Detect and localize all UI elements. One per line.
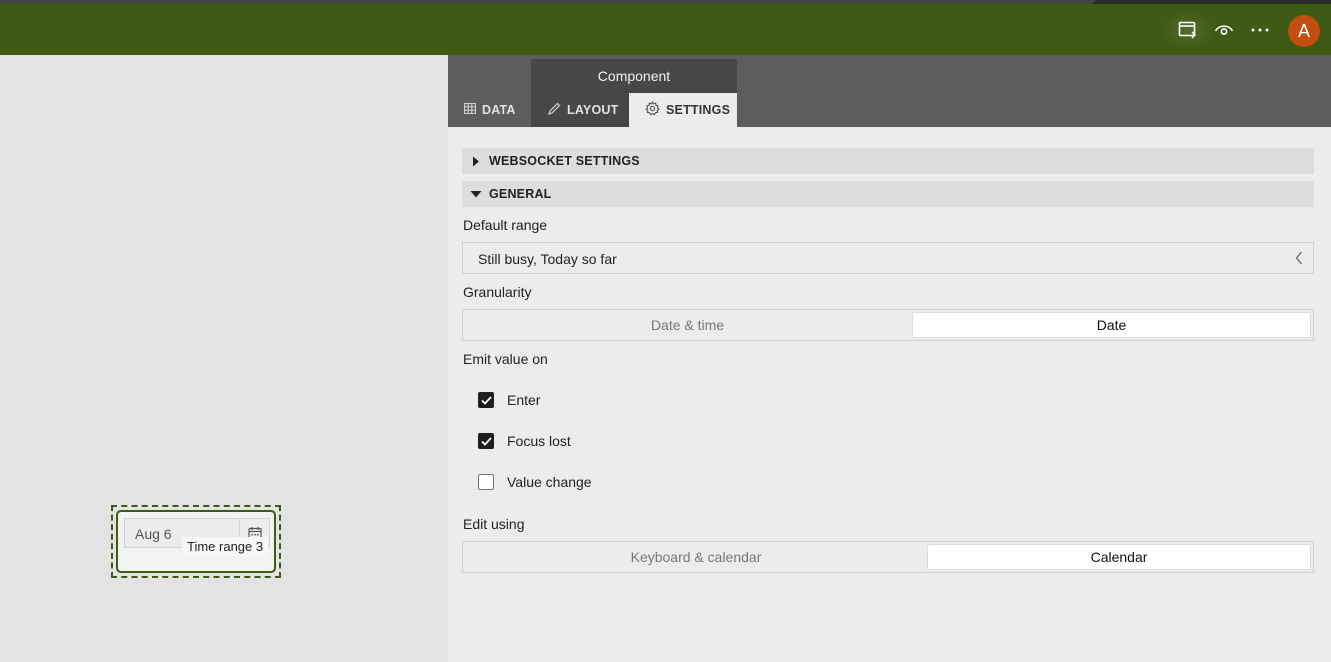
time-range-widget[interactable]: Aug 6 Time range 3 (116, 510, 276, 573)
edit-using-option-calendar[interactable]: Calendar (927, 544, 1311, 570)
publish-icon[interactable] (1176, 18, 1200, 42)
default-range-select[interactable]: Still busy, Today so far (462, 242, 1314, 274)
caret-down-icon (462, 190, 489, 198)
panel-header: Component DATA LAYOUT SETTINGS (448, 55, 1331, 127)
app-header-bar: A (0, 4, 1331, 55)
pencil-icon (547, 102, 561, 119)
date-value: Aug 6 (135, 526, 172, 542)
edit-using-label: Edit using (463, 516, 525, 532)
properties-panel: Component DATA LAYOUT SETTINGS WEBSOCKET… (448, 55, 1331, 662)
design-canvas[interactable]: Aug 6 Time range 3 (0, 55, 448, 662)
granularity-option-date[interactable]: Date (912, 312, 1311, 338)
tab-data[interactable]: DATA (448, 93, 531, 127)
default-range-label: Default range (463, 217, 548, 233)
checkbox-empty[interactable] (478, 474, 494, 490)
emit-value-on-label: Emit value on (463, 351, 548, 367)
checkbox-value-change-label: Value change (507, 474, 592, 490)
checkmark-icon[interactable] (478, 392, 494, 408)
tab-settings[interactable]: SETTINGS (629, 93, 737, 127)
checkmark-icon[interactable] (478, 433, 494, 449)
widget-name-tooltip: Time range 3 (182, 537, 269, 556)
edit-using-option-keyboard-calendar[interactable]: Keyboard & calendar (465, 544, 927, 570)
preview-eye-icon[interactable] (1212, 18, 1236, 42)
section-general-label: GENERAL (489, 187, 552, 201)
checkbox-enter-label: Enter (507, 392, 541, 408)
granularity-toggle: Date & time Date (462, 309, 1314, 341)
table-icon (463, 102, 477, 117)
tab-settings-label: SETTINGS (666, 103, 731, 117)
checkbox-focus-lost-label: Focus lost (507, 433, 571, 449)
tab-layout[interactable]: LAYOUT (531, 93, 629, 127)
granularity-label: Granularity (463, 284, 532, 300)
user-avatar[interactable]: A (1288, 15, 1320, 47)
chevron-left-icon (1295, 251, 1303, 270)
section-general[interactable]: GENERAL (462, 181, 1314, 207)
checkbox-focus-lost[interactable]: Focus lost (478, 433, 571, 449)
more-icon[interactable] (1248, 18, 1272, 42)
checkbox-value-change[interactable]: Value change (478, 474, 592, 490)
checkbox-enter[interactable]: Enter (478, 392, 540, 408)
tab-data-label: DATA (482, 103, 516, 117)
granularity-option-date-time[interactable]: Date & time (465, 312, 910, 338)
tab-layout-label: LAYOUT (567, 103, 619, 117)
widget-selection-outline[interactable]: Aug 6 Time range 3 (111, 505, 281, 578)
section-websocket-label: WEBSOCKET SETTINGS (489, 154, 640, 168)
gear-icon (645, 101, 660, 119)
default-range-value: Still busy, Today so far (478, 251, 617, 267)
component-title: Component (531, 59, 737, 93)
section-websocket-settings[interactable]: WEBSOCKET SETTINGS (462, 148, 1314, 174)
edit-using-toggle: Keyboard & calendar Calendar (462, 541, 1314, 573)
caret-right-icon (462, 156, 489, 167)
